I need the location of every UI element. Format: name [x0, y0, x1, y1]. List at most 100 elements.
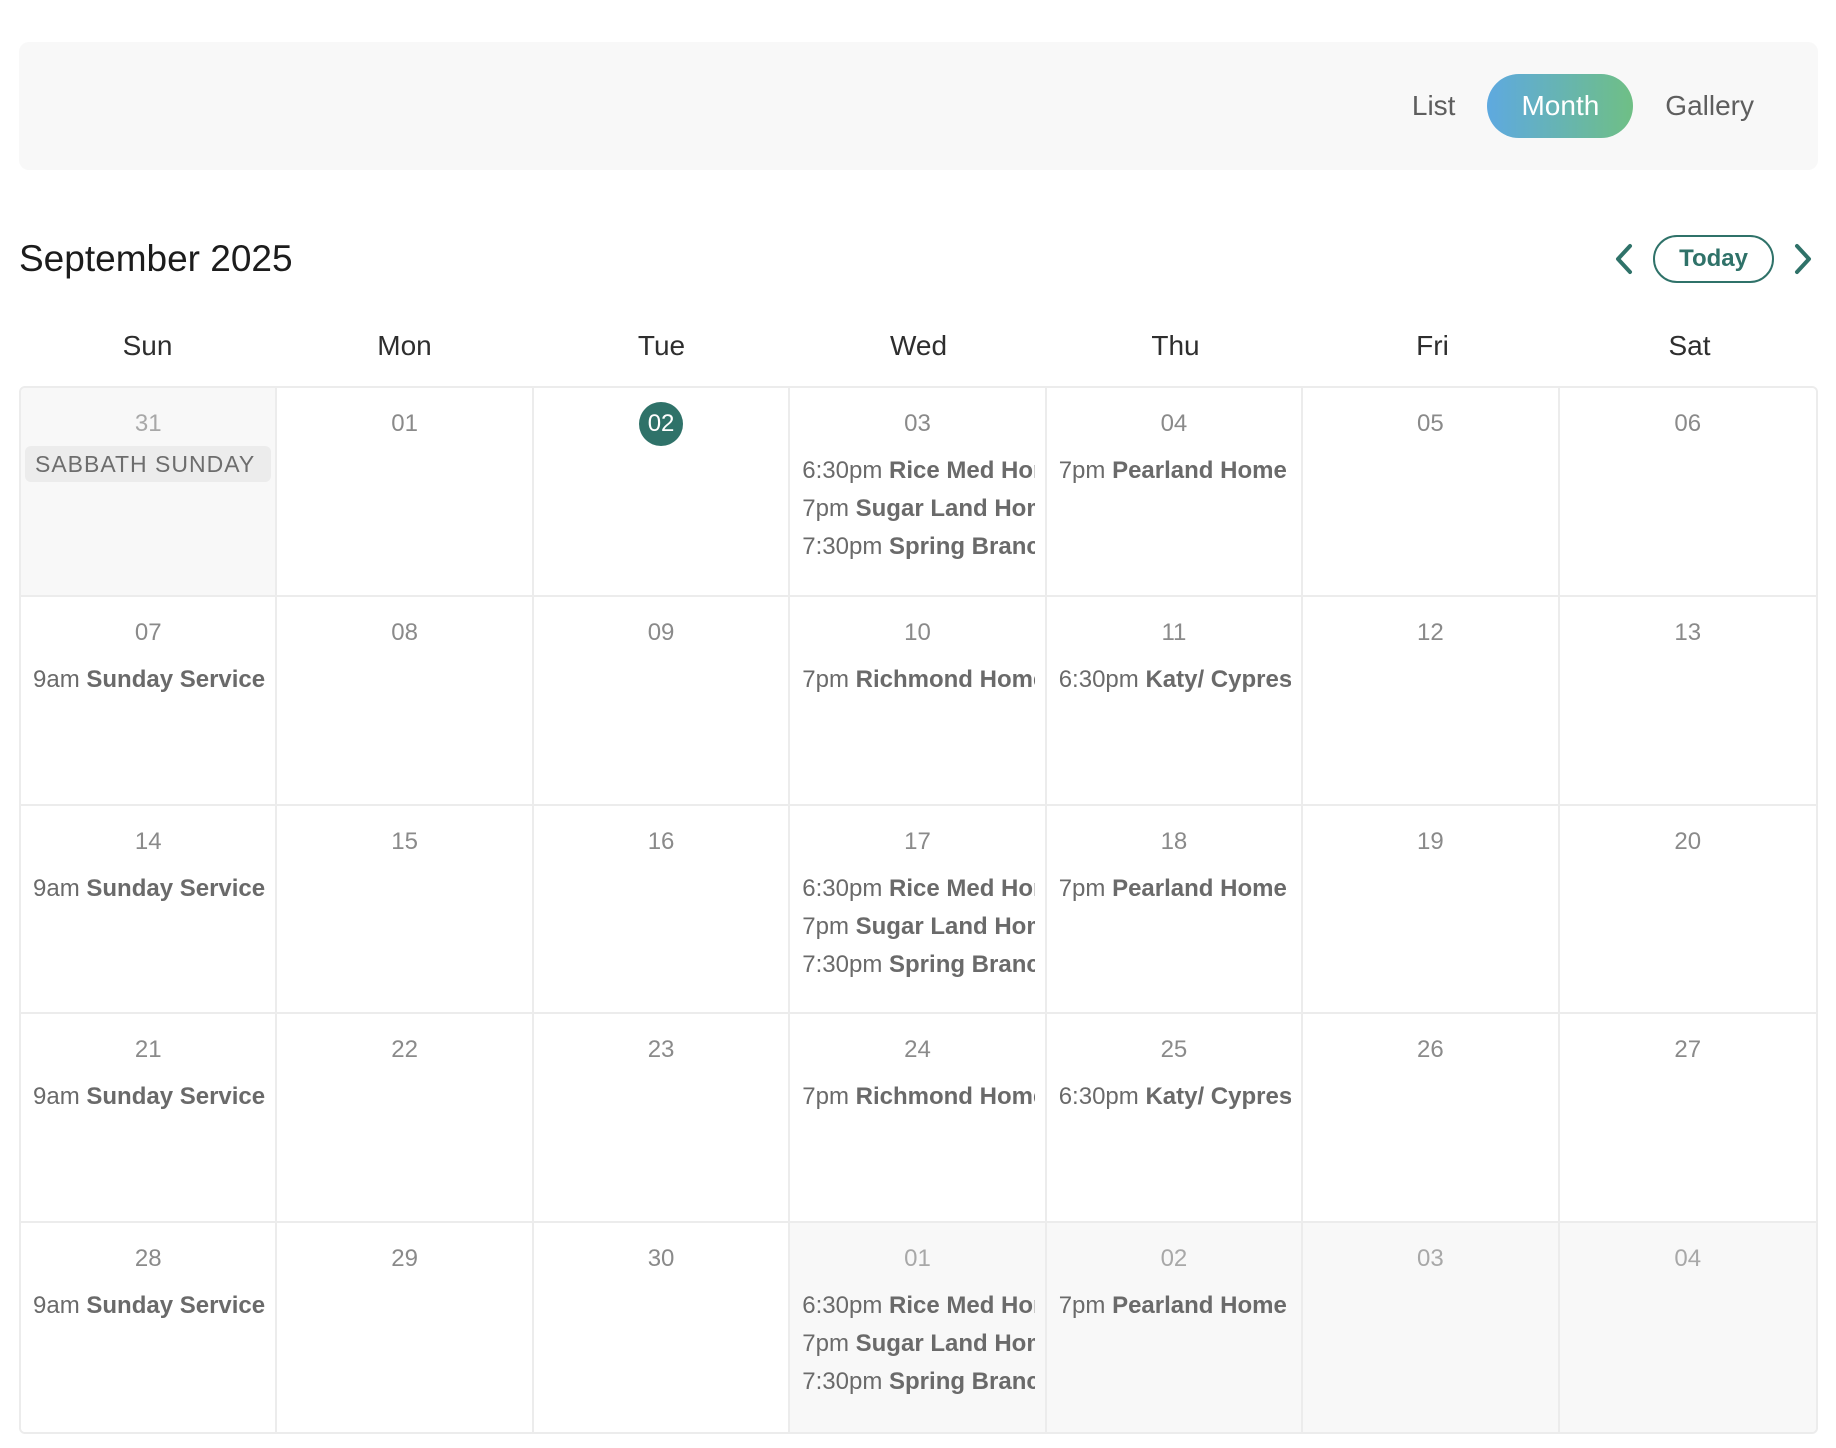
day-cell[interactable]: 176:30pm Rice Med Home Group7pm Sugar La…: [790, 805, 1047, 1015]
day-cell[interactable]: 05: [1303, 388, 1560, 597]
day-cell[interactable]: 04 7pm Pearland Home Group: [1046, 388, 1304, 597]
day-cell[interactable]: 10 7pm Richmond Home Group: [790, 596, 1047, 806]
event-list: 6:30pm Katy/ Cypress Home Group: [1047, 1078, 1301, 1116]
event-list: 7pm Richmond Home Group: [790, 1078, 1044, 1116]
event-list: 9am Sunday Service: [21, 1287, 275, 1325]
day-cell[interactable]: 04: [1559, 1223, 1816, 1432]
day-cell[interactable]: 30: [533, 1223, 791, 1432]
day-number-wrapper: 02: [534, 402, 788, 446]
day-number-wrapper: 18: [1047, 820, 1301, 864]
today-button[interactable]: Today: [1653, 235, 1774, 283]
day-cell[interactable]: 02: [533, 388, 791, 597]
day-cell[interactable]: 03: [1303, 1223, 1560, 1432]
day-cell[interactable]: 22: [277, 1014, 534, 1224]
day-cell[interactable]: 14 9am Sunday Service: [21, 805, 278, 1015]
event-title: Sunday Service: [86, 665, 266, 693]
day-cell[interactable]: 18 7pm Pearland Home Group: [1046, 805, 1304, 1015]
day-cell[interactable]: 15: [277, 805, 534, 1015]
day-number-wrapper: 09: [534, 611, 788, 655]
day-cell[interactable]: 20: [1559, 805, 1816, 1015]
event-time: 7pm: [802, 665, 849, 693]
day-cell[interactable]: 25 6:30pm Katy/ Cypress Home Group: [1046, 1014, 1304, 1224]
day-number-wrapper: 10: [790, 611, 1044, 655]
day-cell[interactable]: 07 9am Sunday Service: [21, 596, 278, 806]
calendar-event[interactable]: 7pm Pearland Home Group: [1059, 870, 1291, 908]
day-cell[interactable]: 08: [277, 596, 534, 806]
calendar-event[interactable]: 6:30pm Katy/ Cypress Home Group: [1059, 661, 1291, 699]
event-time: 9am: [33, 874, 80, 902]
day-number: 18: [1160, 827, 1188, 855]
chevron-left-icon[interactable]: [1609, 239, 1639, 279]
calendar-event[interactable]: 7pm Sugar Land Home Group: [802, 908, 1034, 946]
day-cell[interactable]: 09: [533, 596, 791, 806]
event-list: 7pm Pearland Home Group: [1047, 452, 1301, 490]
day-cell[interactable]: 016:30pm Rice Med Home Group7pm Sugar La…: [790, 1223, 1047, 1432]
day-cell[interactable]: 19: [1303, 805, 1560, 1015]
calendar-event[interactable]: 7:30pm Spring Branch Home Group: [802, 1363, 1034, 1401]
calendar-event[interactable]: 7pm Sugar Land Home Group: [802, 1325, 1034, 1363]
day-number-wrapper: 11: [1047, 611, 1301, 655]
calendar-event[interactable]: 7pm Richmond Home Group: [802, 1078, 1034, 1116]
day-cell[interactable]: 26: [1303, 1014, 1560, 1224]
all-day-event[interactable]: SABBATH SUNDAY: [25, 446, 272, 482]
event-time: 9am: [33, 665, 80, 693]
day-cell[interactable]: 31 SABBATH SUNDAY: [21, 388, 278, 597]
calendar-event[interactable]: 7:30pm Spring Branch Home Group: [802, 946, 1034, 984]
list-view-button[interactable]: List: [1388, 74, 1480, 138]
weekday-label: Fri: [1416, 330, 1449, 361]
event-list: 9am Sunday Service: [21, 870, 275, 908]
day-cell[interactable]: 24 7pm Richmond Home Group: [790, 1014, 1047, 1224]
event-title: Spring Branch Home Group: [889, 1368, 1035, 1396]
event-list: 6:30pm Rice Med Home Group7pm Sugar Land…: [790, 1287, 1044, 1401]
month-view-button[interactable]: Month: [1487, 74, 1634, 138]
day-cell[interactable]: 06: [1559, 388, 1816, 597]
chevron-right-icon[interactable]: [1788, 239, 1818, 279]
day-cell[interactable]: 03 6:30pm Rice Med Home Group7pm Sugar La…: [790, 388, 1047, 597]
calendar-event[interactable]: 6:30pm Katy/ Cypress Home Group: [1059, 1078, 1291, 1116]
day-number: 07: [134, 618, 162, 646]
day-number: 20: [1674, 827, 1702, 855]
event-title: Richmond Home Group: [855, 1083, 1035, 1111]
gallery-view-button[interactable]: Gallery: [1641, 74, 1778, 138]
day-number-wrapper: 29: [277, 1237, 531, 1281]
calendar-event[interactable]: 6:30pm Rice Med Home Group: [802, 1287, 1034, 1325]
day-number-wrapper: 28: [21, 1237, 275, 1281]
day-number: 09: [647, 618, 675, 646]
calendar-event[interactable]: 7:30pm Spring Branch Home Group: [802, 528, 1034, 566]
calendar-event[interactable]: 6:30pm Rice Med Home Group: [802, 870, 1034, 908]
day-number: 19: [1417, 827, 1444, 855]
day-cell[interactable]: 11 6:30pm Katy/ Cypress Home Group: [1046, 596, 1304, 806]
day-cell[interactable]: 02 7pm Pearland Home Group: [1046, 1223, 1304, 1432]
day-cell[interactable]: 28 9am Sunday Service: [21, 1223, 278, 1432]
calendar-event[interactable]: 7pm Pearland Home Group: [1059, 1287, 1291, 1325]
day-number: 05: [1417, 410, 1444, 437]
event-title: Richmond Home Group: [855, 665, 1035, 693]
day-cell[interactable]: 13: [1559, 596, 1816, 806]
day-cell[interactable]: 01: [277, 388, 534, 597]
day-number: 03: [904, 410, 931, 437]
day-number-wrapper: 14: [21, 820, 275, 864]
calendar-event[interactable]: 9am Sunday Service: [33, 870, 265, 908]
event-time: 7pm: [802, 1083, 849, 1111]
event-time: 9am: [33, 1292, 80, 1320]
calendar-event[interactable]: 7pm Pearland Home Group: [1059, 452, 1291, 490]
day-cell[interactable]: 21 9am Sunday Service: [21, 1014, 278, 1224]
calendar-event[interactable]: 6:30pm Rice Med Home Group: [802, 452, 1034, 490]
day-cell[interactable]: 16: [533, 805, 791, 1015]
calendar-event[interactable]: 9am Sunday Service: [33, 1287, 265, 1325]
day-cell[interactable]: 23: [533, 1014, 791, 1224]
month-grid: 31 SABBATH SUNDAY 01 02 03 6:30pm Rice Med Ho…: [19, 386, 1818, 1434]
event-time: 6:30pm: [1058, 665, 1139, 693]
day-number: 15: [391, 827, 418, 855]
calendar-event[interactable]: 9am Sunday Service: [33, 661, 265, 699]
day-number: 13: [1674, 618, 1702, 646]
day-cell[interactable]: 27: [1559, 1014, 1816, 1224]
day-number: 23: [647, 1036, 675, 1064]
calendar-event[interactable]: 7pm Richmond Home Group: [802, 661, 1034, 699]
day-cell[interactable]: 12: [1303, 596, 1560, 806]
calendar-event[interactable]: 9am Sunday Service: [33, 1078, 265, 1116]
calendar-event[interactable]: 7pm Sugar Land Home Group: [802, 490, 1034, 528]
day-number: 08: [391, 618, 418, 646]
day-number-wrapper: 21: [21, 1028, 275, 1072]
day-cell[interactable]: 29: [277, 1223, 534, 1432]
